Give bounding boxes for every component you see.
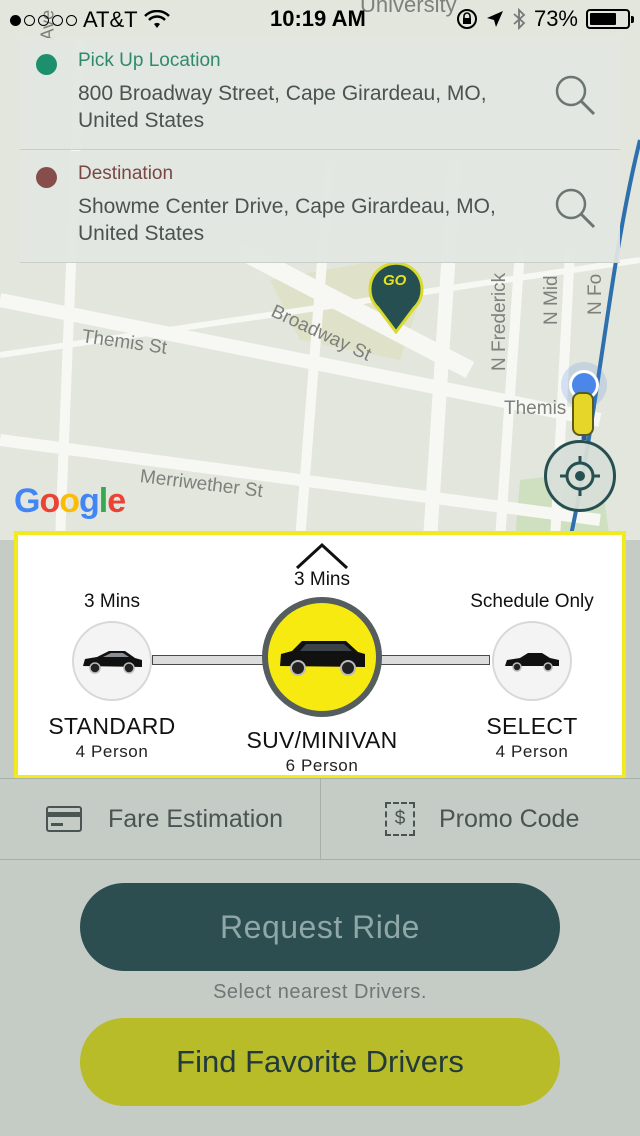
lock-rotation-icon: [456, 9, 477, 29]
options-row: Fare Estimation $ Promo Code: [0, 778, 640, 860]
google-logo-letter: o: [39, 482, 60, 520]
fare-estimation-label: Fare Estimation: [108, 804, 284, 833]
google-logo-letter: o: [59, 482, 80, 520]
find-favorite-drivers-button[interactable]: Find Favorite Drivers: [80, 1018, 560, 1106]
vehicle-capacity: 6 Person: [285, 756, 359, 775]
locate-me-button[interactable]: [544, 440, 616, 512]
street-label-n-mid: N Mid: [541, 275, 562, 325]
street-label-n-fo: N Fo: [585, 273, 606, 315]
vehicle-name: STANDARD: [48, 713, 176, 739]
status-bar: AT&T 10:19 AM 73%: [0, 0, 640, 40]
vehicle-selector-panel: 3 Mins STANDARD 4 Person 3 Mins SUV/MINI…: [14, 531, 626, 779]
luxury-sedan-icon: [505, 653, 559, 672]
carrier-name: AT&T: [83, 7, 138, 32]
vehicle-capacity: 4 Person: [495, 742, 569, 761]
vehicle-icon-circle-selected: [262, 597, 382, 717]
google-logo-letter: e: [107, 482, 126, 520]
vehicle-eta: 3 Mins: [84, 591, 140, 612]
request-ride-button[interactable]: Request Ride: [80, 883, 560, 971]
sedan-car-icon: [83, 651, 142, 674]
pickup-dot-icon: [36, 54, 57, 75]
battery-percent: 73%: [533, 6, 578, 31]
pickup-address[interactable]: 800 Broadway Street, Cape Girardeau, MO,…: [78, 80, 518, 134]
destination-search-button[interactable]: [552, 185, 598, 231]
marker-text: GO: [383, 272, 407, 289]
vehicle-option-suv[interactable]: 3 Mins SUV/MINIVAN 6 Person: [224, 569, 420, 776]
crosshair-icon: [560, 456, 600, 496]
vehicle-name: SELECT: [486, 713, 578, 739]
vehicle-name: SUV/MINIVAN: [246, 727, 398, 753]
google-logo: Google: [14, 482, 126, 521]
pickup-location-card[interactable]: Pick Up Location 800 Broadway Street, Ca…: [20, 38, 620, 150]
pickup-search-button[interactable]: [552, 72, 598, 118]
location-arrow-icon: [486, 11, 503, 27]
street-label-themis-east: Themis: [504, 398, 567, 419]
bluetooth-icon: [513, 8, 526, 30]
promo-code-label: Promo Code: [439, 804, 580, 833]
signal-strength-icon: [10, 14, 77, 26]
wifi-icon: [143, 10, 170, 28]
promo-ticket-icon: $: [385, 802, 415, 836]
vehicle-option-select[interactable]: Schedule Only SELECT 4 Person: [454, 591, 610, 762]
battery-icon: [586, 9, 634, 29]
search-icon: [555, 188, 596, 229]
destination-address[interactable]: Showme Center Drive, Cape Girardeau, MO,…: [78, 193, 518, 247]
credit-card-icon: [46, 806, 82, 832]
pickup-title: Pick Up Location: [78, 50, 221, 71]
battery-level: [590, 13, 617, 25]
select-drivers-hint: Select nearest Drivers.: [213, 981, 427, 1003]
vehicle-icon-circle: [72, 621, 152, 701]
vehicle-icon-circle: [492, 621, 572, 701]
car-marker-icon: [572, 392, 594, 436]
vehicle-eta: 3 Mins: [294, 569, 350, 590]
clock: 10:19 AM: [270, 6, 366, 31]
suv-car-icon: [280, 641, 365, 676]
promo-symbol: $: [394, 808, 406, 829]
street-label-n-frederick: N Frederick: [489, 272, 510, 371]
expand-panel-button[interactable]: [294, 541, 350, 571]
destination-card[interactable]: Destination Showme Center Drive, Cape Gi…: [20, 151, 620, 263]
destination-dot-icon: [36, 167, 57, 188]
google-logo-letter: G: [14, 482, 40, 520]
google-logo-letter: g: [79, 482, 100, 520]
vehicle-eta: Schedule Only: [470, 591, 594, 612]
vehicle-capacity: 4 Person: [75, 742, 149, 761]
chevron-up-icon: [295, 542, 349, 570]
google-logo-letter: l: [98, 482, 109, 520]
fare-estimation-button[interactable]: Fare Estimation: [0, 779, 320, 859]
vehicle-option-standard[interactable]: 3 Mins STANDARD 4 Person: [44, 591, 180, 762]
destination-marker[interactable]: GO: [366, 260, 426, 335]
promo-code-button[interactable]: $ Promo Code: [320, 779, 640, 859]
destination-title: Destination: [78, 163, 174, 184]
search-icon: [555, 75, 596, 116]
